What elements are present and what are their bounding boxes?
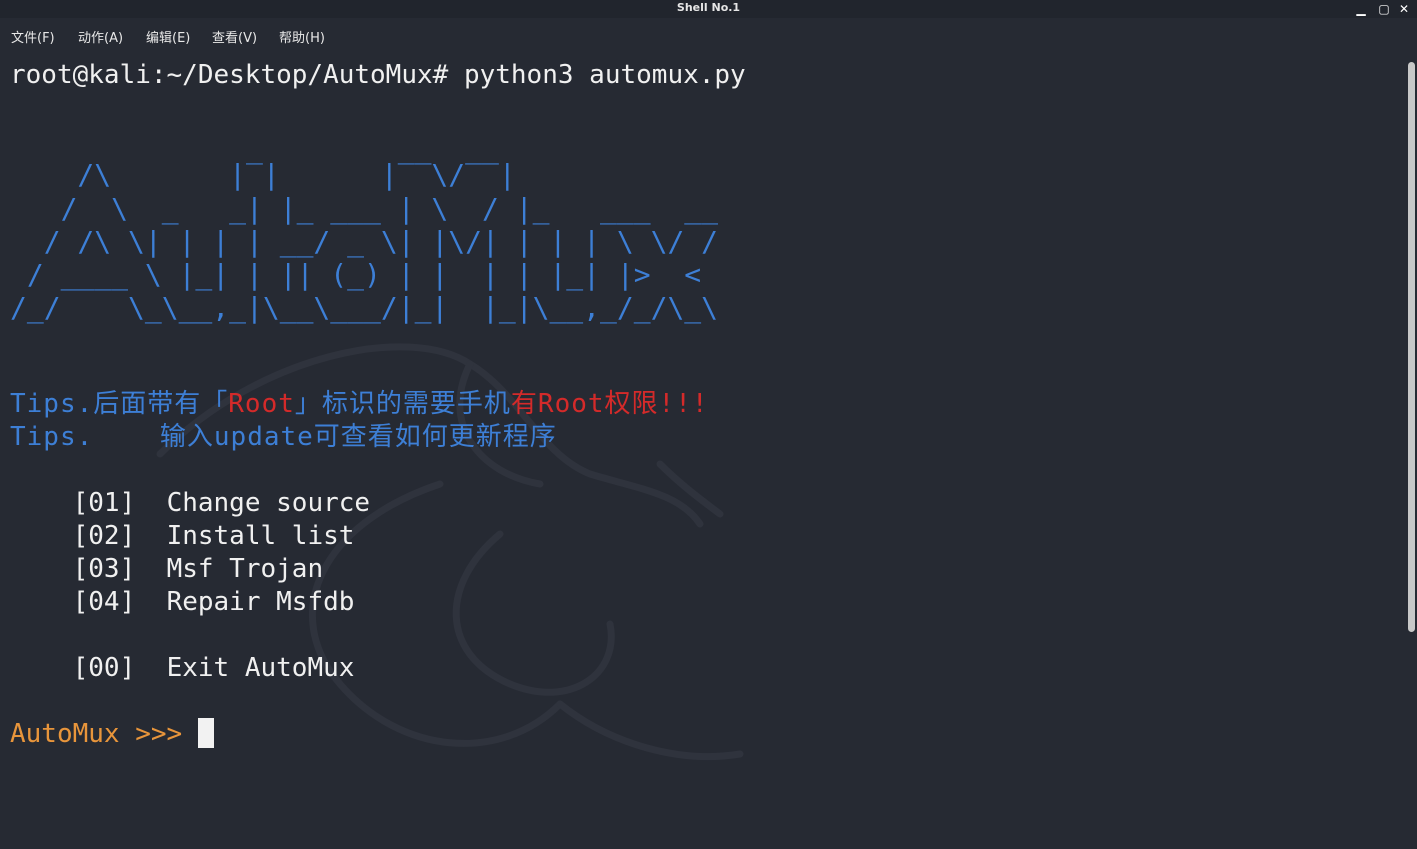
tip1-suffix: 有Root权限!!! — [510, 389, 709, 419]
scrollbar-thumb[interactable] — [1408, 62, 1415, 632]
option-number: [02] — [72, 521, 136, 551]
terminal-window: Shell No.1 ▁ ▢ ✕ 文件(F) 动作(A) 编辑(E) 查看(V)… — [0, 0, 1417, 849]
maximize-button[interactable]: ▢ — [1376, 1, 1392, 17]
menu-option-03: [03] Msf Trojan — [10, 553, 323, 586]
menu-edit[interactable]: 编辑(E) — [146, 27, 190, 46]
menu-option-04: [04] Repair Msfdb — [10, 586, 355, 619]
minimize-button[interactable]: ▁ — [1353, 1, 1369, 17]
banner-line-4: / /\ \| | | | __/ _ \| |\/| | | | \ \/ / — [10, 225, 719, 258]
tip2-prefix: Tips. — [10, 422, 160, 452]
option-number: [00] — [72, 653, 136, 683]
window-title: Shell No.1 — [676, 1, 741, 14]
tip1-root: Root — [228, 389, 295, 419]
option-label: Msf Trojan — [166, 554, 324, 584]
vertical-scrollbar[interactable] — [1402, 54, 1417, 849]
option-label: Install list — [166, 521, 355, 551]
menu-file[interactable]: 文件(F) — [11, 27, 55, 46]
banner-line-2: /\ | | | \/ | — [10, 158, 516, 191]
title-bar: Shell No.1 ▁ ▢ ✕ — [0, 0, 1417, 18]
menu-option-02: [02] Install list — [10, 520, 355, 553]
close-button[interactable]: ✕ — [1396, 1, 1412, 17]
menu-help[interactable]: 帮助(H) — [279, 27, 325, 46]
tip-root-warning: Tips.后面带有「Root」标识的需要手机有Root权限!!! — [10, 388, 709, 421]
option-number: [01] — [72, 488, 136, 518]
option-label: Repair Msfdb — [166, 587, 355, 617]
tip2-text: 输入update可查看如何更新程序 — [159, 422, 557, 452]
banner-line-3: / \ _ _| |_ ___ | \ / |_ ___ __ — [10, 192, 719, 225]
menu-option-01: [01] Change source — [10, 487, 370, 520]
command-line: root@kali:~/Desktop/AutoMux# python3 aut… — [10, 60, 746, 90]
banner-line-6: /_/ \_\__,_|\__\___/|_| |_|\__,_/_/\_\ — [10, 291, 719, 324]
menu-view[interactable]: 查看(V) — [212, 27, 257, 46]
tip-update: Tips. 输入update可查看如何更新程序 — [10, 421, 557, 454]
option-label: Change source — [166, 488, 371, 518]
menu-action[interactable]: 动作(A) — [78, 27, 123, 46]
tip1-prefix: Tips.后面带有「 — [10, 389, 229, 419]
option-label: Exit AutoMux — [166, 653, 355, 683]
option-number: [04] — [72, 587, 136, 617]
banner-line-5: / ____ \ |_| | || (_) | | | | |_| |> < — [10, 258, 702, 291]
text-cursor — [197, 718, 214, 748]
menu-option-00: [00] Exit AutoMux — [10, 652, 355, 685]
tip1-middle: 」标识的需要手机 — [294, 389, 511, 419]
option-number: [03] — [72, 554, 136, 584]
input-prompt-line[interactable]: AutoMux >>> — [10, 718, 214, 751]
menu-bar: 文件(F) 动作(A) 编辑(E) 查看(V) 帮助(H) — [0, 18, 1417, 54]
automux-prompt: AutoMux >>> — [10, 719, 198, 749]
terminal-output[interactable]: root@kali:~/Desktop/AutoMux# python3 aut… — [0, 54, 1400, 849]
